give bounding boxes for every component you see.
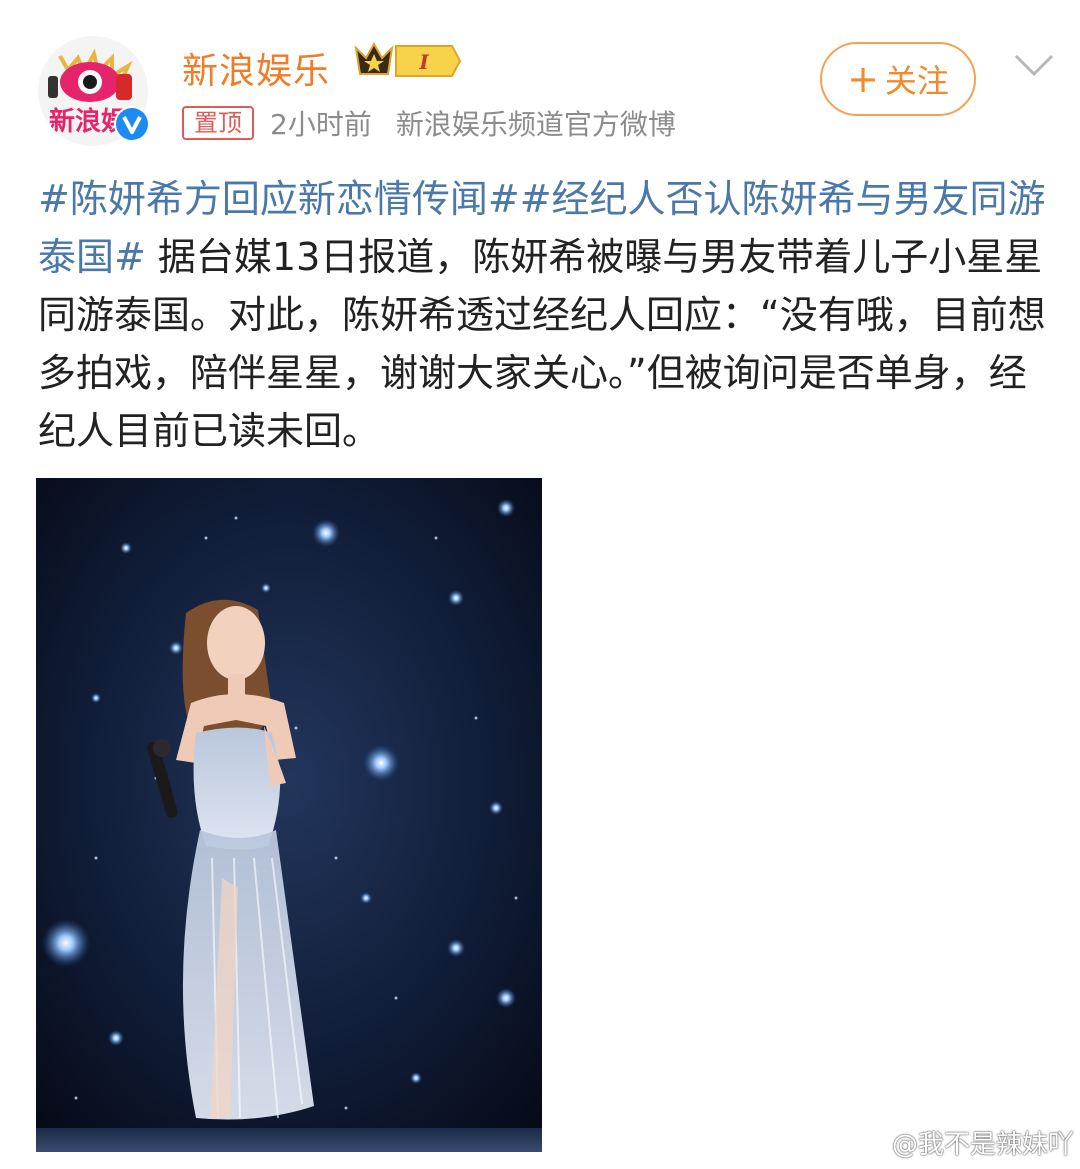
verified-v-icon xyxy=(114,106,150,142)
hashtag-link[interactable]: #陈妍希方回应新恋情传闻# xyxy=(38,177,520,221)
weibo-logo-icon xyxy=(848,1130,886,1158)
pinned-badge: 置顶 xyxy=(182,106,254,140)
post-body-text: 据台媒13日报道，陈妍希被曝与男友带着儿子小星星同游泰国。对此，陈妍希透过经纪人… xyxy=(38,235,1046,453)
post-meta: 置顶 2小时前 新浪娱乐频道官方微博 xyxy=(182,104,676,142)
post-body: #陈妍希方回应新恋情传闻##经纪人否认陈妍希与男友同游泰国# 据台媒13日报道，… xyxy=(38,170,1048,460)
author-name[interactable]: 新浪娱乐 xyxy=(182,42,330,94)
follow-label: 关注 xyxy=(884,62,949,100)
vip-badge[interactable]: I xyxy=(352,38,464,84)
plus-icon: + xyxy=(847,57,879,101)
watermark: @我不是辣妹吖 xyxy=(848,1122,1074,1162)
vip-level-text: I xyxy=(418,50,429,74)
post-image[interactable] xyxy=(36,478,542,1152)
follow-button[interactable]: + 关注 xyxy=(820,42,976,116)
watermark-text: @我不是辣妹吖 xyxy=(892,1129,1075,1160)
chevron-down-icon[interactable] xyxy=(1012,50,1056,80)
post-source: 新浪娱乐频道官方微博 xyxy=(395,108,676,141)
post-time: 2小时前 xyxy=(270,108,372,141)
post-header: 新浪娱 新浪娱乐 I 置顶 2小时前 新浪娱乐频道官方微博 + 关注 xyxy=(0,0,1080,150)
